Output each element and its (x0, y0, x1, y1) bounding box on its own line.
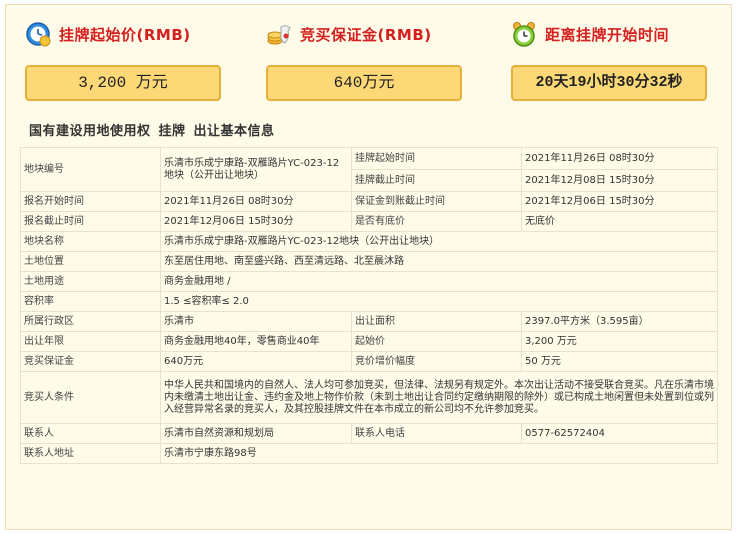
address-value: 乐清市宁康东路98号 (160, 443, 718, 464)
section-title: 国有建设用地使用权 挂牌 出让基本信息 (29, 124, 275, 139)
use-value: 商务金融用地 / (160, 271, 718, 292)
far-label: 容积率 (20, 291, 161, 312)
countdown-label: 距离挂牌开始时间 (545, 26, 670, 44)
far-value: 1.5 ≤容积率≤ 2.0 (160, 291, 718, 312)
term-value: 商务金融用地40年，零售商业40年 (160, 331, 352, 352)
reg-start-value: 2021年11月26日 08时30分 (160, 191, 352, 212)
alarm-clock-icon (513, 22, 535, 47)
deposit-card: 竞买保证金(RMB) 640万元 (266, 21, 466, 101)
deposit-deadline-label: 保证金到账截止时间 (351, 191, 522, 212)
table-row: 报名截止时间 2021年12月06日 15时30分 是否有底价 无底价 (20, 211, 718, 232)
bidder-value: 中华人民共和国境内的自然人、法人均可参加竞买，但法律、法规另有规定外。本次出让活… (160, 371, 718, 424)
reserve-label: 是否有底价 (351, 211, 522, 232)
plot-no-label: 地块编号 (20, 147, 161, 192)
table-row: 土地位置 东至居住用地、南至盛兴路、西至清远路、北至晨沐路 (20, 251, 718, 272)
listing-start-value: 2021年11月26日 08时30分 (521, 147, 718, 170)
reg-end-label: 报名截止时间 (20, 211, 161, 232)
table-row: 联系人 乐清市自然资源和规划局 联系人电话 0577-62572404 (20, 423, 718, 444)
address-label: 联系人地址 (20, 443, 161, 464)
listing-start-label: 挂牌起始时间 (351, 147, 522, 170)
reserve-value: 无底价 (521, 211, 718, 232)
phone-label: 联系人电话 (351, 423, 522, 444)
increment-value: 50 万元 (521, 351, 718, 372)
listing-end-value: 2021年12月08日 15时30分 (521, 169, 718, 192)
start-price-row-value: 3,200 万元 (521, 331, 718, 352)
table-row: 所属行政区 乐清市 出让面积 2397.0平方米（3.595亩） (20, 311, 718, 332)
table-row: 竞买人条件 中华人民共和国境内的自然人、法人均可参加竞买，但法律、法规另有规定外… (20, 371, 718, 424)
listing-end-label: 挂牌截止时间 (351, 169, 522, 192)
plot-no-value: 乐清市乐成宁康路-双雁路片YC-023-12地块（公开出让地块） (160, 147, 352, 192)
phone-value: 0577-62572404 (521, 423, 718, 444)
location-label: 土地位置 (20, 251, 161, 272)
contact-label: 联系人 (20, 423, 161, 444)
term-label: 出让年限 (20, 331, 161, 352)
district-label: 所属行政区 (20, 311, 161, 332)
table-row: 竞买保证金 640万元 竞价增价幅度 50 万元 (20, 351, 718, 372)
start-price-row-label: 起始价 (351, 331, 522, 352)
clock-money-icon (26, 22, 51, 47)
use-label: 土地用途 (20, 271, 161, 292)
deposit-value: 640万元 (266, 65, 462, 101)
area-value: 2397.0平方米（3.595亩） (521, 311, 718, 332)
start-price-label: 挂牌起始价(RMB) (59, 26, 191, 44)
contact-value: 乐清市自然资源和规划局 (160, 423, 352, 444)
district-value: 乐清市 (160, 311, 352, 332)
deposit-row-label: 竞买保证金 (20, 351, 161, 372)
area-label: 出让面积 (351, 311, 522, 332)
countdown-value: 20天19小时30分32秒 (511, 65, 707, 101)
deposit-deadline-value: 2021年12月06日 15时30分 (521, 191, 718, 212)
start-price-card: 挂牌起始价(RMB) 3,200 万元 (25, 21, 225, 101)
table-row: 联系人地址 乐清市宁康东路98号 (20, 443, 718, 464)
table-row: 地块编号 乐清市乐成宁康路-双雁路片YC-023-12地块（公开出让地块） 挂牌… (20, 147, 718, 192)
plot-name-label: 地块名称 (20, 231, 161, 252)
countdown-card: 距离挂牌开始时间 20天19小时30分32秒 (511, 21, 711, 101)
bidder-label: 竞买人条件 (20, 371, 161, 424)
reg-end-value: 2021年12月06日 15时30分 (160, 211, 352, 232)
listing-panel: 挂牌起始价(RMB) 3,200 万元 竞买保证金(RMB) 640万元 距离挂… (5, 4, 732, 530)
deposit-row-value: 640万元 (160, 351, 352, 372)
table-row: 报名开始时间 2021年11月26日 08时30分 保证金到账截止时间 2021… (20, 191, 718, 212)
reg-start-label: 报名开始时间 (20, 191, 161, 212)
table-row: 容积率 1.5 ≤容积率≤ 2.0 (20, 291, 718, 312)
summary-header: 挂牌起始价(RMB) 3,200 万元 竞买保证金(RMB) 640万元 距离挂… (6, 5, 733, 115)
table-row: 土地用途 商务金融用地 / (20, 271, 718, 292)
coins-bag-icon (267, 25, 291, 45)
location-value: 东至居住用地、南至盛兴路、西至清远路、北至晨沐路 (160, 251, 718, 272)
info-table: 地块编号 乐清市乐成宁康路-双雁路片YC-023-12地块（公开出让地块） 挂牌… (20, 147, 718, 464)
table-row: 地块名称 乐清市乐成宁康路-双雁路片YC-023-12地块（公开出让地块） (20, 231, 718, 252)
start-price-value: 3,200 万元 (25, 65, 221, 101)
increment-label: 竞价增价幅度 (351, 351, 522, 372)
deposit-label: 竞买保证金(RMB) (300, 26, 432, 44)
plot-name-value: 乐清市乐成宁康路-双雁路片YC-023-12地块（公开出让地块） (160, 231, 718, 252)
table-row: 出让年限 商务金融用地40年，零售商业40年 起始价 3,200 万元 (20, 331, 718, 352)
